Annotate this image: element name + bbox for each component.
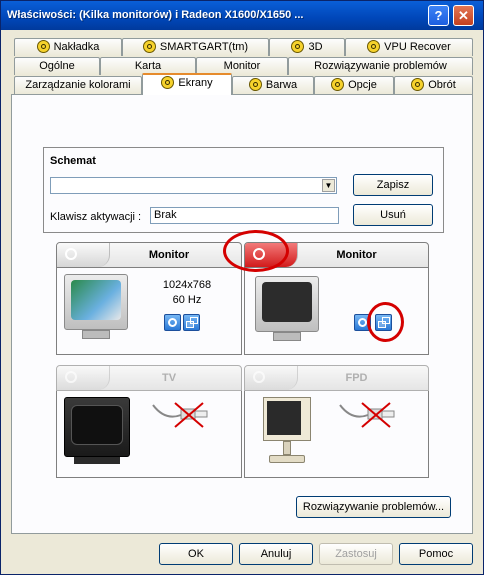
scheme-combo[interactable]: ▼ (50, 177, 337, 194)
crt-monitor-icon (64, 274, 128, 340)
ati-icon (291, 40, 305, 53)
scheme-title: Schemat (50, 155, 96, 167)
tab-color-management[interactable]: Zarządzanie kolorami (14, 76, 142, 94)
ati-icon (411, 78, 425, 91)
ati-icon (248, 78, 262, 91)
title-bar[interactable]: Właściwości: (Kilka monitorów) i Radeon … (1, 1, 483, 30)
apply-button[interactable]: Zastosuj (319, 543, 393, 565)
tv-box[interactable] (56, 391, 242, 478)
tv-label: TV (161, 372, 177, 384)
tab-label: Barwa (265, 79, 298, 91)
flat-panel-icon (261, 397, 313, 467)
troubleshoot-button[interactable]: Rozwiązywanie problemów... (296, 496, 451, 518)
hotkey-label: Klawisz aktywacji : (50, 211, 142, 223)
monitor1-resolution: 1024x768 (162, 279, 212, 291)
tab-rotation[interactable]: Obrót (394, 76, 473, 94)
power-tab[interactable] (57, 366, 110, 390)
monitor1-refresh: 60 Hz (172, 294, 202, 306)
tab-troubleshoot[interactable]: Rozwiązywanie problemów (288, 57, 473, 75)
tab-label: Opcje (348, 79, 377, 91)
disconnected-cable-icon (339, 402, 395, 428)
tab-general[interactable]: Ogólne (14, 57, 100, 75)
tab-label: Zarządzanie kolorami (25, 79, 131, 91)
tab-label: Karta (134, 60, 162, 72)
power-tab[interactable] (245, 366, 298, 390)
delete-button[interactable]: Usuń (353, 204, 433, 226)
power-icon (65, 371, 77, 383)
tab-vpu-recover[interactable]: VPU Recover (345, 38, 473, 56)
ati-icon (367, 40, 381, 53)
ok-button[interactable]: OK (159, 543, 233, 565)
tab-overlay[interactable]: Nakładka (14, 38, 122, 56)
power-icon (253, 371, 265, 383)
tv-icon (64, 397, 130, 465)
disconnected-cable-icon (152, 402, 208, 428)
close-button[interactable]: ✕ (453, 5, 474, 26)
tab-label: 3D (308, 41, 323, 53)
help-title-button[interactable]: ? (428, 5, 449, 26)
tv-header[interactable]: TV (56, 365, 242, 391)
annotation-circle (223, 230, 289, 272)
tab-label: SMARTGART(tm) (159, 41, 249, 53)
tab-color[interactable]: Barwa (232, 76, 314, 94)
help-button[interactable]: Pomoc (399, 543, 473, 565)
monitor1-header[interactable]: Monitor (56, 242, 242, 268)
fpd-header[interactable]: FPD (244, 365, 429, 391)
ati-icon (331, 78, 345, 91)
fpd-label: FPD (345, 372, 368, 384)
hotkey-input[interactable]: Brak (150, 207, 339, 224)
tab-options[interactable]: Opcje (314, 76, 394, 94)
window-title: Właściwości: (Kilka monitorów) i Radeon … (7, 9, 304, 21)
tab-smartgart[interactable]: SMARTGART(tm) (122, 38, 269, 56)
cancel-button[interactable]: Anuluj (239, 543, 313, 565)
tab-label: Rozwiązywanie problemów (314, 60, 447, 72)
monitor1-box[interactable]: 1024x768 60 Hz (56, 268, 242, 355)
annotation-circle (367, 302, 404, 342)
save-button[interactable]: Zapisz (353, 174, 433, 196)
ati-icon (36, 40, 50, 53)
tab-label: Ogólne (39, 60, 75, 72)
tab-label: VPU Recover (384, 41, 451, 53)
ati-icon (161, 76, 175, 89)
chevron-down-icon[interactable]: ▼ (322, 179, 335, 192)
monitor1-label: Monitor (148, 249, 190, 261)
tab-3d[interactable]: 3D (269, 38, 345, 56)
tab-displays[interactable]: Ekrany (142, 73, 232, 95)
power-icon (65, 248, 77, 260)
properties-window: Właściwości: (Kilka monitorów) i Radeon … (0, 0, 484, 575)
crt-monitor-icon (255, 276, 319, 342)
tab-label: Monitor (223, 60, 261, 72)
tab-label: Obrót (428, 79, 456, 91)
power-tab[interactable] (57, 243, 110, 267)
primary-display-icon[interactable] (164, 314, 181, 331)
fpd-box[interactable] (244, 391, 429, 478)
ati-icon (142, 40, 156, 53)
monitor2-label: Monitor (336, 249, 377, 261)
tab-label: Ekrany (178, 77, 213, 89)
tab-label: Nakładka (53, 41, 100, 53)
extended-desktop-icon[interactable] (183, 314, 200, 331)
